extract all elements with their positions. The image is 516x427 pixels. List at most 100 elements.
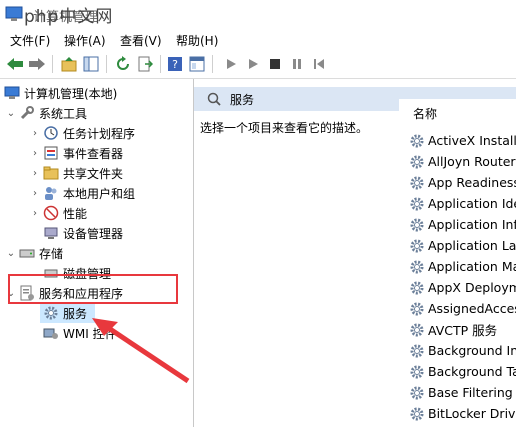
watermark-logo: php中文网: [24, 7, 114, 27]
service-name: Application Ide: [428, 196, 516, 211]
toolbar: ?: [0, 50, 516, 79]
tree-item-label: 系统工具: [39, 106, 88, 121]
service-name: Application Lay: [428, 238, 516, 253]
tree-item-label: 任务计划程序: [63, 126, 136, 141]
device-manager-icon: [44, 227, 58, 239]
chevron-down-icon[interactable]: ⌄: [6, 248, 16, 259]
svg-text:?: ?: [172, 58, 178, 71]
chevron-right-icon[interactable]: ›: [30, 188, 40, 199]
column-header-name[interactable]: 名称: [413, 105, 437, 122]
help-icon[interactable]: ?: [166, 55, 184, 73]
tree-item-label: 性能: [63, 206, 88, 221]
service-row[interactable]: ActiveX Installe: [409, 130, 516, 151]
tree-item-label: 共享文件夹: [63, 166, 124, 181]
service-row[interactable]: AssignedAccess: [409, 298, 516, 319]
properties-icon[interactable]: [188, 55, 206, 73]
tree-item-services[interactable]: 服务: [40, 303, 87, 323]
description-text: 选择一个项目来查看它的描述。: [200, 121, 369, 135]
service-row[interactable]: Base Filtering E: [409, 382, 516, 403]
users-icon: [45, 187, 57, 200]
play-alt-icon[interactable]: [244, 55, 262, 73]
tree-item-system-tools[interactable]: ⌄ 系统工具: [6, 103, 87, 123]
chevron-right-icon[interactable]: ›: [30, 168, 40, 179]
gear-icon: [410, 260, 424, 273]
service-row[interactable]: Application Ma: [409, 256, 516, 277]
tree-item-shared-folders[interactable]: › 共享文件夹: [30, 163, 123, 183]
service-name: Application Info: [428, 217, 516, 232]
menu-file[interactable]: 文件(F): [10, 32, 50, 49]
menu-action[interactable]: 操作(A): [64, 32, 106, 49]
service-name: AVCTP 服务: [428, 323, 498, 338]
gear-icon: [410, 176, 424, 189]
service-row[interactable]: Application Lay: [409, 235, 516, 256]
service-name: AppX Deployme: [428, 280, 516, 295]
gear-icon: [410, 365, 424, 378]
tree-item-storage[interactable]: ⌄ 存储: [6, 243, 63, 263]
toolbar-divider: [212, 55, 213, 73]
tree-item-label: 设备管理器: [63, 226, 124, 241]
show-hide-tree-icon[interactable]: [82, 55, 100, 73]
tree-item-device-manager[interactable]: 设备管理器: [40, 223, 123, 243]
forward-icon[interactable]: [28, 55, 46, 73]
tree-item-task-scheduler[interactable]: › 任务计划程序: [30, 123, 135, 143]
gear-icon: [410, 197, 424, 210]
restart-icon[interactable]: [310, 55, 328, 73]
chevron-down-icon[interactable]: ⌄: [6, 108, 16, 119]
services-pane: 服务 选择一个项目来查看它的描述。 名称 ActiveX Installe All…: [194, 79, 516, 427]
computer-management-icon: [5, 6, 23, 21]
service-row[interactable]: Background In: [409, 340, 516, 361]
performance-icon: [43, 205, 59, 221]
back-icon[interactable]: [6, 55, 24, 73]
pause-icon[interactable]: [288, 55, 306, 73]
menu-help[interactable]: 帮助(H): [176, 32, 218, 49]
service-row[interactable]: BitLocker Drive: [409, 403, 516, 424]
service-name: Base Filtering E: [428, 385, 516, 400]
gear-icon: [410, 218, 424, 231]
services-list: 名称 ActiveX Installe AllJoyn Router App Rea…: [399, 99, 516, 427]
tree-item-root[interactable]: 计算机管理(本地): [4, 83, 117, 103]
chevron-right-icon[interactable]: ›: [30, 148, 40, 159]
tree-item-performance[interactable]: › 性能: [30, 203, 87, 223]
service-row[interactable]: Background Ta: [409, 361, 516, 382]
export-icon[interactable]: [136, 55, 154, 73]
refresh-icon[interactable]: [114, 55, 132, 73]
wmi-icon: [43, 328, 58, 339]
menu-bar: 文件(F) 操作(A) 查看(V) 帮助(H): [0, 30, 516, 50]
gear-icon: [410, 239, 424, 252]
toolbar-divider: [52, 55, 53, 73]
tree-item-wmi[interactable]: WMI 控件: [40, 323, 117, 343]
navigation-tree: 计算机管理(本地) ⌄ 系统工具 › 任务计划程序 › 事件查看器 › 共享文件…: [0, 79, 194, 427]
search-icon: [207, 92, 221, 106]
tree-item-label: 存储: [39, 246, 64, 261]
service-name: Background In: [428, 343, 516, 358]
tree-item-label: 服务: [63, 306, 88, 321]
service-row[interactable]: AppX Deployme: [409, 277, 516, 298]
toolbar-divider: [106, 55, 107, 73]
title-bar: 计算机管理 php中文网: [0, 0, 516, 30]
tools-icon: [20, 106, 34, 120]
stop-icon[interactable]: [266, 55, 284, 73]
service-row[interactable]: AllJoyn Router: [409, 151, 516, 172]
storage-icon: [19, 249, 35, 258]
folder-up-icon[interactable]: [60, 55, 78, 73]
gear-icon: [410, 281, 424, 294]
menu-view[interactable]: 查看(V): [120, 32, 162, 49]
service-row[interactable]: Application Info: [409, 214, 516, 235]
clock-icon: [44, 126, 58, 140]
chevron-right-icon[interactable]: ›: [30, 128, 40, 139]
gear-icon: [410, 344, 424, 357]
service-row[interactable]: Application Ide: [409, 193, 516, 214]
service-name: Application Ma: [428, 259, 516, 274]
gear-icon: [410, 323, 424, 336]
tree-item-local-users[interactable]: › 本地用户和组: [30, 183, 135, 203]
service-row[interactable]: App Readiness: [409, 172, 516, 193]
toolbar-divider: [160, 55, 161, 73]
chevron-right-icon[interactable]: ›: [30, 208, 40, 219]
service-row[interactable]: AVCTP 服务: [409, 319, 497, 340]
tree-item-label: 计算机管理(本地): [24, 86, 118, 101]
gear-icon: [410, 155, 424, 168]
event-viewer-icon: [44, 146, 58, 160]
tree-item-label: 本地用户和组: [63, 186, 136, 201]
tree-item-event-viewer[interactable]: › 事件查看器: [30, 143, 123, 163]
play-icon[interactable]: [222, 55, 240, 73]
